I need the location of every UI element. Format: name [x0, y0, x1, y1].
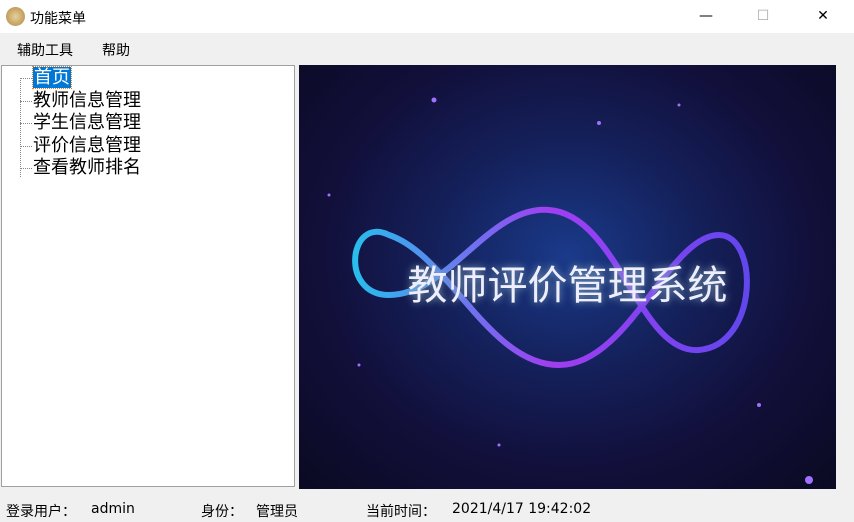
banner-title: 教师评价管理系统 [407, 263, 728, 309]
tree-item-evaluation-info[interactable]: 评价信息管理 [33, 135, 141, 156]
role-value: 管理员 [256, 504, 298, 520]
menu-tools[interactable]: 辅助工具 [17, 40, 73, 60]
tree-branch [20, 101, 32, 102]
window-title: 功能菜单 [30, 11, 86, 27]
banner-image: 教师评价管理系统 [299, 65, 836, 489]
minimize-button[interactable]: — [683, 0, 729, 33]
status-bar: 登录用户： admin 身份： 管理员 当前时间： 2021/4/17 19:4… [0, 494, 854, 522]
nav-tree: 首页 教师信息管理 学生信息管理 评价信息管理 查看教师排名 [1, 65, 295, 487]
tree-branch [20, 123, 32, 124]
time-label: 当前时间： [366, 504, 436, 520]
maximize-button[interactable]: ☐ [740, 0, 786, 33]
close-button[interactable]: ✕ [800, 0, 846, 33]
tree-branch [20, 146, 32, 147]
app-icon [6, 7, 25, 26]
role-label: 身份： [201, 504, 243, 520]
menu-bar: 辅助工具 帮助 [0, 33, 854, 63]
tree-item-teacher-info[interactable]: 教师信息管理 [33, 90, 141, 111]
user-label: 登录用户： [6, 504, 76, 520]
tree-item-teacher-ranking[interactable]: 查看教师排名 [33, 157, 141, 178]
tree-branch [20, 78, 32, 79]
user-value: admin [91, 501, 135, 517]
tree-branch [20, 168, 32, 169]
menu-help[interactable]: 帮助 [102, 40, 130, 60]
time-value: 2021/4/17 19:42:02 [452, 501, 592, 517]
tree-item-home[interactable]: 首页 [32, 66, 72, 89]
title-bar: 功能菜单 — ☐ ✕ [0, 0, 854, 33]
tree-item-student-info[interactable]: 学生信息管理 [33, 112, 141, 133]
tree-line [20, 78, 21, 177]
